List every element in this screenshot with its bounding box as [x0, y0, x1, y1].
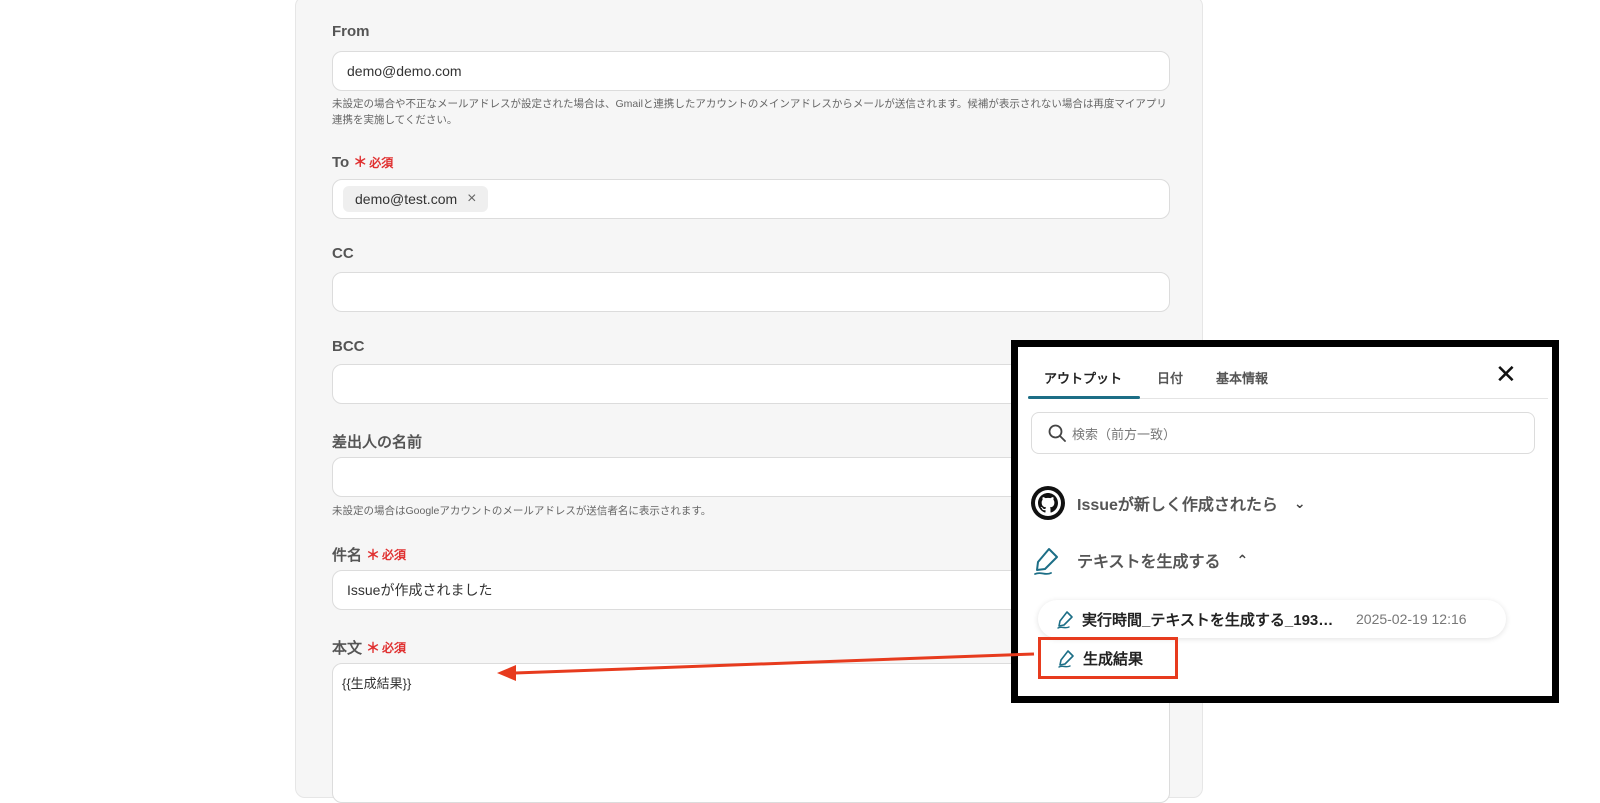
from-help-text: 未設定の場合や不正なメールアドレスが設定された場合は、Gmailと連携したアカウ…: [332, 98, 1167, 126]
body-value: {{生成結果}}: [342, 676, 412, 691]
cc-field[interactable]: [332, 272, 1170, 312]
required-text: 必須: [369, 155, 394, 170]
cc-label: CC: [332, 245, 354, 262]
required-text: 必須: [382, 641, 407, 655]
output-picker-popup: アウトプット 日付 基本情報 ✕ 検索（前方一致） Issueが新しく作成された…: [1011, 340, 1559, 703]
close-icon[interactable]: ✕: [1495, 361, 1517, 387]
required-text: 必須: [382, 548, 407, 562]
subject-label-text: 件名: [332, 547, 363, 564]
from-label: From: [332, 23, 370, 40]
chevron-up-icon: ⌃: [1236, 551, 1249, 568]
tab-date[interactable]: 日付: [1157, 368, 1183, 387]
chevron-down-icon: ⌄: [1293, 494, 1306, 511]
required-badge: ＊必須: [366, 546, 407, 563]
to-field[interactable]: demo@test.com ×: [332, 179, 1170, 219]
required-badge: ＊必須: [366, 639, 407, 656]
output-item-label: 実行時間_テキストを生成する_193…: [1082, 611, 1334, 629]
pen-icon: [1058, 650, 1074, 668]
from-field[interactable]: demo@demo.com: [332, 51, 1170, 91]
from-label-text: From: [332, 23, 370, 40]
required-badge: ＊必須: [353, 154, 394, 170]
output-item-generated-result[interactable]: 生成結果: [1038, 637, 1178, 679]
body-label: 本文 ＊必須: [332, 637, 406, 658]
pen-icon: [1057, 611, 1073, 629]
search-placeholder: 検索（前方一致）: [1072, 426, 1177, 442]
popup-tabs: アウトプット 日付 基本情報: [1028, 362, 1548, 399]
cc-label-text: CC: [332, 245, 354, 262]
body-label-text: 本文: [332, 640, 363, 657]
tab-output[interactable]: アウトプット: [1044, 368, 1122, 387]
from-value: demo@demo.com: [347, 63, 462, 79]
github-icon: [1031, 486, 1065, 520]
to-label: To ＊必須: [332, 152, 393, 172]
group-generate-text-label: テキストを生成する: [1077, 554, 1221, 571]
bcc-label-text: BCC: [332, 338, 365, 355]
output-item-label: 生成結果: [1083, 650, 1144, 668]
tab-basic-info[interactable]: 基本情報: [1216, 368, 1268, 387]
subject-label: 件名 ＊必須: [332, 544, 406, 565]
group-issue-created-label: Issueが新しく作成されたら: [1077, 497, 1278, 514]
search-input[interactable]: 検索（前方一致）: [1031, 412, 1535, 454]
active-tab-indicator: [1028, 396, 1140, 399]
output-item-date: 2025-02-19 12:16: [1356, 611, 1467, 627]
recipient-chip-label: demo@test.com: [355, 191, 458, 207]
sender-name-label-text: 差出人の名前: [332, 434, 423, 451]
search-icon: [1048, 424, 1066, 442]
sender-name-label: 差出人の名前: [332, 431, 422, 452]
output-item-execution-time[interactable]: 実行時間_テキストを生成する_193… 2025-02-19 12:16: [1038, 600, 1506, 638]
pen-icon: [1034, 548, 1058, 575]
recipient-chip: demo@test.com ×: [343, 186, 489, 212]
group-issue-created[interactable]: Issueが新しく作成されたら ⌄: [1031, 486, 1306, 520]
bcc-label: BCC: [332, 338, 365, 355]
remove-chip-icon[interactable]: ×: [467, 191, 476, 207]
group-generate-text[interactable]: テキストを生成する ⌃: [1031, 543, 1248, 577]
subject-value: Issueが作成されました: [347, 582, 493, 598]
to-label-text: To: [332, 153, 350, 171]
